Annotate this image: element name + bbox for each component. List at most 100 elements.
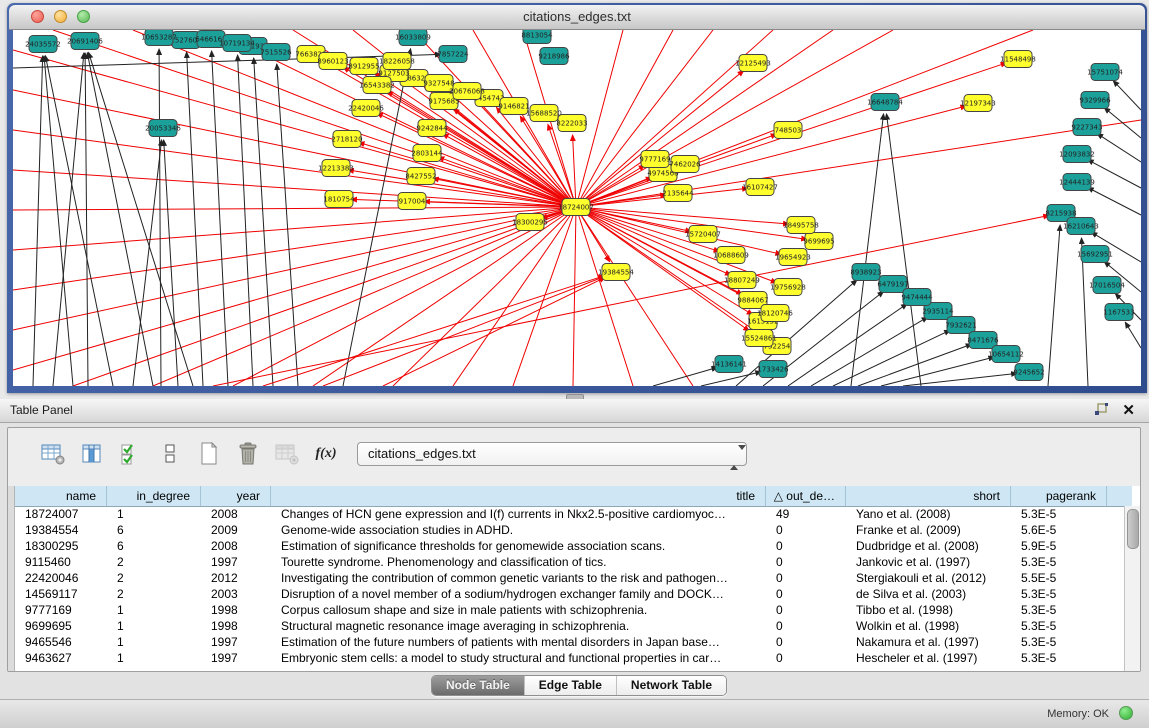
close-panel-icon[interactable]: ✕ (1122, 401, 1135, 419)
citation-edge-red[interactable] (576, 207, 633, 386)
citation-edge-black[interactable] (788, 304, 907, 386)
citation-edge-black[interactable] (87, 53, 153, 386)
citation-edge-red[interactable] (383, 277, 605, 386)
citation-edge-black[interactable] (811, 317, 928, 386)
citation-edge-black[interactable] (1097, 134, 1141, 162)
table-tabs-bar: Node TableEdge TableNetwork Table (0, 675, 1149, 695)
new-table-icon[interactable] (196, 442, 222, 466)
citation-edge-red[interactable] (13, 207, 576, 250)
graph-node-label: 12213383 (318, 165, 354, 173)
table-row[interactable]: 1456911722003Disruption of a novel membe… (15, 586, 1124, 602)
citation-edge-black[interactable] (89, 52, 193, 386)
network-window-titlebar[interactable]: citations_edges.txt (9, 5, 1145, 30)
citation-graph[interactable]: 7485037522549170041167533152760216151521… (13, 30, 1141, 386)
citation-edge-red[interactable] (359, 142, 576, 207)
column-header[interactable]: year (201, 486, 271, 506)
tab-node-table[interactable]: Node Table (432, 676, 524, 695)
column-header[interactable]: name (15, 486, 107, 506)
citation-edge-black[interactable] (1125, 322, 1141, 348)
graph-node-label: 8215938 (1045, 210, 1076, 218)
citation-edge-red[interactable] (153, 207, 576, 386)
column-header[interactable]: in_degree (107, 486, 201, 506)
citation-edge-black[interactable] (33, 56, 43, 386)
table-row[interactable]: 911546021997Tourette syndrome. Phenomeno… (15, 554, 1124, 570)
citation-edge-black[interactable] (1088, 160, 1141, 188)
column-header[interactable]: △ out_de… (766, 486, 846, 506)
graph-node-label: 18300295 (512, 219, 548, 227)
citation-edge-black[interactable] (164, 140, 178, 386)
citation-edge-red[interactable] (233, 207, 576, 386)
table-row[interactable]: 977716911998Corpus callosum shape and si… (15, 602, 1124, 618)
citation-edge-red[interactable] (576, 207, 693, 386)
table-row[interactable]: 969969511998Structural magnetic resonanc… (15, 618, 1124, 634)
table-scrollbar-thumb[interactable] (1127, 509, 1139, 549)
table-cell: 2003 (201, 586, 271, 602)
citation-edge-black[interactable] (159, 49, 161, 386)
table-cell: 5.3E-5 (1011, 650, 1107, 666)
tab-edge-table[interactable]: Edge Table (524, 676, 616, 695)
citation-edge-red[interactable] (573, 207, 576, 386)
citation-edge-red[interactable] (13, 170, 576, 207)
citation-edge-red[interactable] (576, 30, 893, 207)
network-canvas[interactable]: 7485037522549170041167533152760216151521… (13, 30, 1141, 386)
table-cell: Franke et al. (2009) (846, 522, 1011, 538)
graph-node-label: 10653287 (141, 34, 177, 42)
graph-node-label: 9227343 (1071, 124, 1102, 132)
citation-edge-black[interactable] (133, 140, 162, 386)
function-builder-icon[interactable]: f(x) (313, 442, 339, 466)
citation-edge-red[interactable] (73, 207, 576, 386)
citation-edge-black[interactable] (238, 55, 253, 386)
citation-edge-red[interactable] (13, 50, 576, 207)
delete-table-icon[interactable] (235, 442, 261, 466)
graph-node-label: 2718120 (331, 136, 362, 144)
float-panel-icon[interactable] (1094, 403, 1109, 417)
table-scrollbar[interactable] (1124, 506, 1140, 671)
citation-edge-red[interactable] (453, 207, 576, 386)
citation-edge-red[interactable] (13, 207, 576, 370)
table-cell: 5.3E-5 (1011, 618, 1107, 634)
table-row[interactable]: 1872400712008Changes of HCN gene express… (15, 506, 1124, 522)
citation-edge-black[interactable] (85, 53, 88, 386)
citation-edge-black[interactable] (1048, 225, 1060, 386)
citation-edge-red[interactable] (576, 207, 781, 254)
column-header[interactable]: short (846, 486, 1011, 506)
column-header[interactable]: title (271, 486, 766, 506)
graph-node-label: 16033809 (395, 34, 431, 42)
citation-edge-black[interactable] (1088, 187, 1141, 215)
column-edit-icon[interactable] (79, 442, 105, 466)
table-row[interactable]: 946362711997Embryonic stem cells: a mode… (15, 650, 1124, 666)
row-height-icon[interactable] (157, 442, 183, 466)
table-row[interactable]: 946554611997Estimation of the future num… (15, 634, 1124, 650)
table-cell: 9699695 (15, 618, 107, 634)
citation-edge-red[interactable] (13, 90, 576, 207)
citation-edge-black[interactable] (1113, 81, 1141, 110)
citation-edge-black[interactable] (701, 372, 761, 386)
select-columns-icon[interactable] (118, 442, 144, 466)
table-row[interactable]: 2242004622012Investigating the contribut… (15, 570, 1124, 586)
table-cell: 0 (766, 522, 846, 538)
table-row[interactable]: 1830029562008Estimation of significance … (15, 538, 1124, 554)
citation-edge-red[interactable] (13, 207, 576, 290)
citation-edge-black[interactable] (1104, 108, 1141, 138)
tab-network-table[interactable]: Network Table (616, 676, 726, 695)
citation-edge-red[interactable] (263, 276, 605, 386)
network-file-select[interactable]: citations_edges.txt (357, 442, 747, 466)
citation-edge-red[interactable] (133, 30, 576, 207)
citation-edge-red[interactable] (313, 207, 576, 386)
graph-node-label: 15524861 (741, 335, 777, 343)
citation-edge-red[interactable] (576, 71, 744, 207)
table-row[interactable]: 1938455462009Genome-wide association stu… (15, 522, 1124, 538)
graph-node-label: 9146821 (498, 103, 529, 111)
citation-edge-red[interactable] (576, 30, 833, 207)
citation-edge-black[interactable] (653, 367, 717, 386)
citation-edge-red[interactable] (13, 207, 576, 210)
table-options-icon[interactable] (40, 442, 66, 466)
citation-edge-black[interactable] (858, 344, 972, 386)
column-header[interactable]: pagerank (1011, 486, 1107, 506)
graph-node-label: 17016504 (1089, 282, 1125, 290)
citation-edge-black[interactable] (254, 58, 273, 386)
table-cell: 5.3E-5 (1011, 602, 1107, 618)
citation-edge-red[interactable] (13, 130, 576, 207)
graph-node-label: 8960123 (317, 58, 348, 66)
graph-node-label: 9242844 (416, 125, 448, 133)
